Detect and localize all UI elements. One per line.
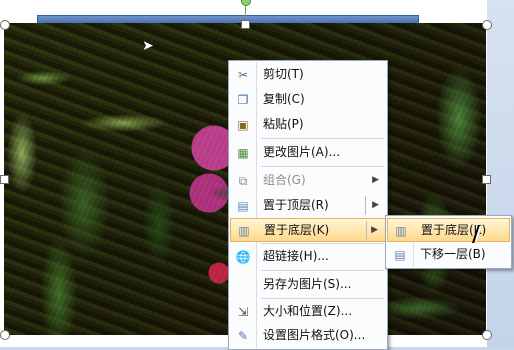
mouse-cursor-icon bbox=[476, 226, 482, 244]
menu-item-send-to-back[interactable]: ▥ 置于底层(K) ▶ bbox=[230, 218, 386, 242]
submenu-item-send-backward[interactable]: ▤ 下移一层(B) bbox=[387, 243, 510, 266]
group-icon: ⧉ bbox=[238, 174, 248, 188]
submenu-item-send-backward-label: 下移一层(B) bbox=[420, 247, 486, 261]
change-picture-icon: ▦ bbox=[237, 146, 249, 160]
menu-item-send-to-back-label: 置于底层(K) bbox=[264, 223, 330, 237]
menu-item-format-picture-label: 设置图片格式(O)... bbox=[263, 328, 366, 342]
context-menu: ✂ 剪切(T) ❐ 复制(C) ▣ 粘贴(P) ▦ 更改图片(A)... ⧉ 组… bbox=[228, 60, 388, 350]
mouse-pointer-icon: ➤ bbox=[142, 38, 154, 54]
menu-item-hyperlink-label: 超链接(H)... bbox=[263, 249, 329, 263]
menu-item-change-picture-label: 更改图片(A)... bbox=[263, 145, 341, 159]
send-to-back-icon: ▥ bbox=[395, 224, 407, 238]
menu-item-format-picture[interactable]: ✎ 设置图片格式(O)... bbox=[230, 324, 386, 347]
send-backward-icon: ▤ bbox=[394, 248, 406, 262]
bring-to-front-icon: ▤ bbox=[237, 199, 249, 213]
menu-separator bbox=[261, 298, 384, 299]
menu-item-bring-to-front[interactable]: ▤ 置于顶层(R) ▶ bbox=[230, 194, 386, 217]
resize-handle-right[interactable] bbox=[482, 175, 491, 184]
resize-handle-top[interactable] bbox=[241, 20, 250, 29]
menu-item-change-picture[interactable]: ▦ 更改图片(A)... bbox=[230, 141, 386, 164]
menu-item-cut[interactable]: ✂ 剪切(T) bbox=[230, 63, 386, 86]
send-to-back-icon: ▥ bbox=[238, 224, 250, 238]
menu-item-cut-label: 剪切(T) bbox=[263, 67, 304, 81]
menu-item-copy[interactable]: ❐ 复制(C) bbox=[230, 88, 386, 111]
format-picture-icon: ✎ bbox=[237, 329, 249, 343]
resize-handle-bottom-left[interactable] bbox=[0, 330, 10, 340]
menu-separator bbox=[261, 243, 384, 244]
copy-icon: ❐ bbox=[237, 93, 249, 107]
menu-separator bbox=[261, 138, 384, 139]
menu-item-save-as-picture-label: 另存为图片(S)... bbox=[263, 277, 352, 291]
chevron-right-icon: ▶ bbox=[372, 200, 379, 210]
submenu-divider bbox=[365, 196, 366, 215]
menu-item-paste[interactable]: ▣ 粘贴(P) bbox=[230, 113, 386, 136]
submenu-divider bbox=[366, 221, 367, 240]
size-position-icon: ⇲ bbox=[237, 305, 249, 319]
menu-item-group-label: 组合(G) bbox=[263, 173, 306, 187]
arrange-submenu: ▥ 置于底层(K) ▤ 下移一层(B) bbox=[385, 215, 512, 269]
menu-item-paste-label: 粘贴(P) bbox=[263, 117, 304, 131]
menu-item-size-position-label: 大小和位置(Z)... bbox=[263, 304, 353, 318]
chevron-right-icon: ▶ bbox=[372, 175, 379, 185]
menu-item-bring-to-front-label: 置于顶层(R) bbox=[263, 198, 329, 212]
resize-handle-top-right[interactable] bbox=[482, 20, 492, 30]
paste-icon: ▣ bbox=[237, 118, 249, 132]
menu-item-copy-label: 复制(C) bbox=[263, 92, 305, 106]
hyperlink-icon: 🌐 bbox=[235, 250, 251, 264]
menu-separator bbox=[261, 166, 384, 167]
resize-handle-top-left[interactable] bbox=[0, 20, 10, 30]
menu-item-group[interactable]: ⧉ 组合(G) ▶ bbox=[230, 169, 386, 192]
menu-item-save-as-picture[interactable]: 另存为图片(S)... bbox=[230, 273, 386, 296]
chevron-right-icon: ▶ bbox=[371, 225, 378, 235]
menu-item-hyperlink[interactable]: 🌐 超链接(H)... bbox=[230, 245, 386, 268]
resize-handle-left[interactable] bbox=[0, 175, 9, 184]
menu-separator bbox=[261, 270, 384, 271]
resize-handle-bottom-right[interactable] bbox=[482, 330, 492, 340]
submenu-item-send-to-back[interactable]: ▥ 置于底层(K) bbox=[387, 218, 510, 242]
scissors-icon: ✂ bbox=[237, 68, 249, 82]
menu-item-size-position[interactable]: ⇲ 大小和位置(Z)... bbox=[230, 300, 386, 323]
